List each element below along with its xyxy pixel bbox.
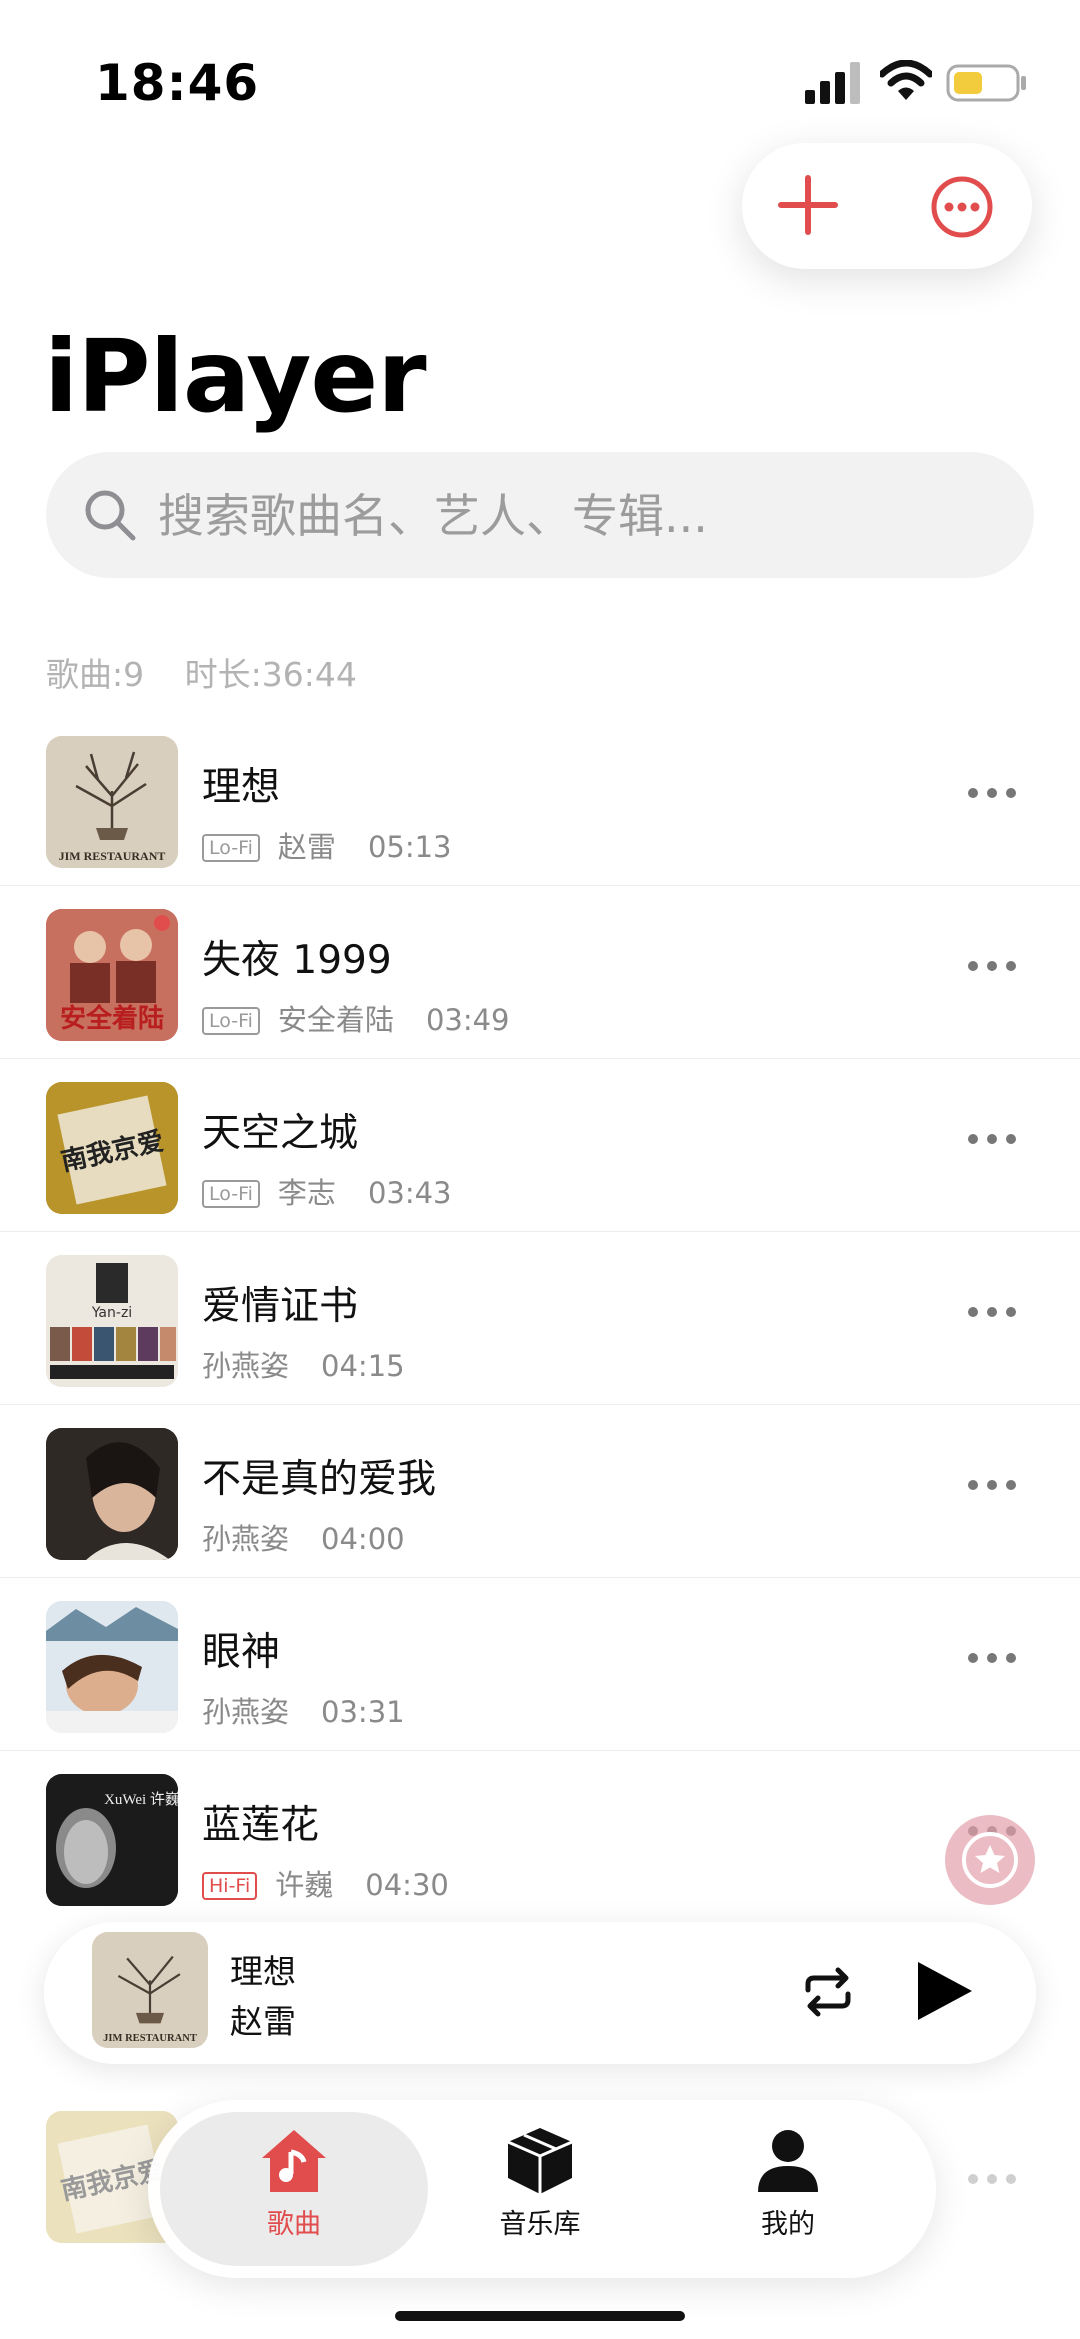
song-artist: 赵雷 <box>277 830 336 864</box>
total-duration: 时长:36:44 <box>184 655 357 694</box>
more-icon[interactable] <box>966 959 1018 973</box>
more-icon[interactable] <box>966 1132 1018 1146</box>
album-art: JIM RESTAURANT <box>46 736 178 868</box>
quality-badge: Lo-Fi <box>202 1180 260 1208</box>
album-art-text: XuWei 许巍 <box>104 1791 178 1808</box>
song-meta: Hi-Fi 许巍 04:30 <box>202 1862 449 1904</box>
now-playing-title: 理想 <box>230 1952 296 1991</box>
song-duration: 03:31 <box>321 1695 405 1729</box>
song-duration: 05:13 <box>367 830 452 864</box>
star-icon <box>962 1832 1018 1888</box>
tab-songs[interactable]: 歌曲 <box>194 2126 394 2241</box>
song-artist: 安全着陆 <box>277 1003 394 1037</box>
song-title: 不是真的爱我 <box>202 1457 437 1502</box>
song-meta: 孙燕姿 04:00 <box>202 1516 405 1558</box>
tab-me[interactable]: 我的 <box>688 2126 888 2241</box>
now-playing-artist: 赵雷 <box>230 2002 296 2041</box>
album-art-text: 安全着陆 <box>60 1003 164 1034</box>
library-stats: 歌曲:9 时长:36:44 <box>46 648 387 696</box>
song-duration: 03:43 <box>367 1176 452 1210</box>
song-row[interactable]: 南我京爱 天空之城 Lo-Fi 李志 03:43 <box>0 1060 1080 1232</box>
song-duration: 04:00 <box>321 1522 405 1556</box>
more-icon[interactable] <box>966 2172 1018 2186</box>
divider <box>0 1577 1080 1578</box>
song-duration: 03:49 <box>425 1003 510 1037</box>
page-title: iPlayer <box>44 318 427 435</box>
song-row[interactable]: JIM RESTAURANT 理想 Lo-Fi 赵雷 05:13 <box>0 714 1080 886</box>
song-title: 理想 <box>202 765 281 810</box>
song-title: 爱情证书 <box>202 1284 359 1329</box>
play-icon[interactable] <box>912 1960 974 2022</box>
song-meta: Lo-Fi 赵雷 05:13 <box>202 824 452 866</box>
song-title: 蓝莲花 <box>202 1803 320 1848</box>
more-icon[interactable] <box>966 1305 1018 1319</box>
divider <box>0 885 1080 886</box>
quality-badge: Lo-Fi <box>202 1007 260 1035</box>
tab-label: 歌曲 <box>267 2209 321 2240</box>
divider <box>0 1750 1080 1751</box>
tab-label: 我的 <box>761 2209 815 2240</box>
tab-library[interactable]: 音乐库 <box>440 2126 640 2241</box>
divider <box>0 1404 1080 1405</box>
song-artist: 孙燕姿 <box>202 1522 290 1556</box>
person-icon <box>758 2130 818 2192</box>
song-meta: Lo-Fi 李志 03:43 <box>202 1170 452 1212</box>
song-duration: 04:15 <box>321 1349 405 1383</box>
song-duration: 04:30 <box>365 1868 449 1902</box>
favorite-star-button[interactable] <box>945 1815 1035 1905</box>
song-title: 失夜 1999 <box>202 938 392 983</box>
song-row[interactable]: XuWei 许巍 蓝莲花 Hi-Fi 许巍 04:30 <box>0 1752 1080 1924</box>
album-art: XuWei 许巍 <box>46 1774 178 1906</box>
home-indicator <box>395 2311 685 2321</box>
divider <box>0 1058 1080 1059</box>
battery-icon <box>946 64 1026 102</box>
song-count: 歌曲:9 <box>46 655 145 694</box>
song-artist: 孙燕姿 <box>202 1695 290 1729</box>
song-title: 眼神 <box>202 1630 281 1675</box>
album-art: Yan-zi <box>46 1255 178 1387</box>
now-playing-art[interactable]: JIM RESTAURANT <box>92 1932 208 2048</box>
quality-badge: Hi-Fi <box>202 1872 258 1900</box>
signal-icon <box>805 62 860 104</box>
song-row[interactable]: 安全着陆 失夜 1999 Lo-Fi 安全着陆 03:49 <box>0 887 1080 1059</box>
album-art <box>46 1428 178 1560</box>
album-art: 安全着陆 <box>46 909 178 1041</box>
quality-badge: Lo-Fi <box>202 834 260 862</box>
song-artist: 许巍 <box>275 1868 334 1902</box>
song-meta: 孙燕姿 04:15 <box>202 1343 405 1385</box>
more-circle-icon[interactable] <box>930 175 994 239</box>
song-artist: 孙燕姿 <box>202 1349 290 1383</box>
album-art-text: JIM RESTAURANT <box>59 849 166 863</box>
more-icon[interactable] <box>966 1651 1018 1665</box>
song-row[interactable]: 不是真的爱我 孙燕姿 04:00 <box>0 1406 1080 1578</box>
wifi-icon <box>880 60 932 100</box>
more-icon[interactable] <box>966 1478 1018 1492</box>
song-row[interactable]: Yan-zi 爱情证书 孙燕姿 04:15 <box>0 1233 1080 1405</box>
search-icon <box>85 490 136 541</box>
divider <box>0 1231 1080 1232</box>
cube-icon <box>507 2128 573 2194</box>
add-icon[interactable] <box>775 172 841 238</box>
album-art-text: JIM RESTAURANT <box>103 2033 197 2044</box>
repeat-icon[interactable] <box>800 1966 856 2018</box>
song-artist: 李志 <box>277 1176 336 1210</box>
song-meta: Lo-Fi 安全着陆 03:49 <box>202 997 510 1039</box>
song-row[interactable]: 眼神 孙燕姿 03:31 <box>0 1579 1080 1751</box>
album-art: 南我京爱 <box>46 1082 178 1214</box>
song-meta: 孙燕姿 03:31 <box>202 1689 405 1731</box>
tab-label: 音乐库 <box>499 2209 581 2240</box>
song-title: 天空之城 <box>202 1111 359 1156</box>
album-art-text: Yan-zi <box>91 1305 132 1321</box>
status-time: 18:46 <box>95 54 260 112</box>
search-input[interactable] <box>156 482 980 550</box>
music-note-house-icon <box>262 2130 326 2192</box>
album-art <box>46 1601 178 1733</box>
more-icon[interactable] <box>966 786 1018 800</box>
